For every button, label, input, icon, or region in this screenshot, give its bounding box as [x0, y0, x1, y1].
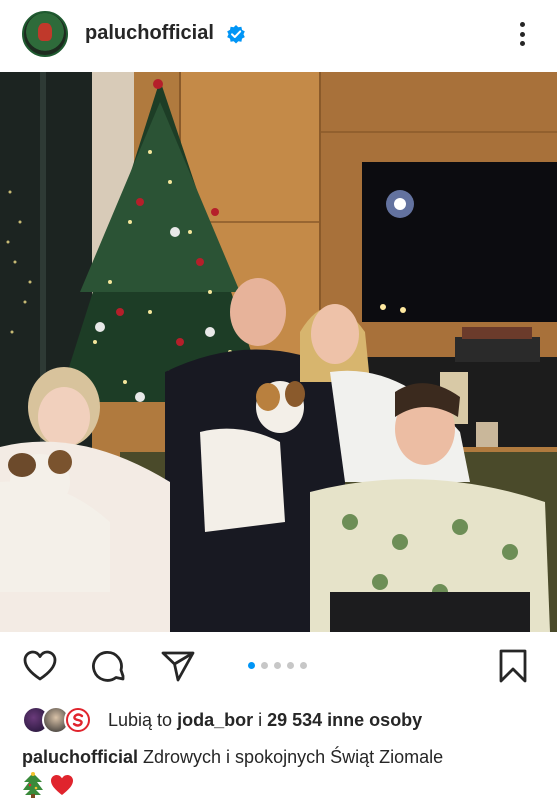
carousel-dot [248, 662, 255, 669]
likes-count[interactable]: 29 534 inne osoby [267, 710, 422, 730]
comment-icon[interactable] [92, 648, 128, 684]
carousel-dot [300, 662, 307, 669]
likes-text: Lubią to joda_bor i 29 534 inne osoby [108, 710, 422, 731]
verified-badge-icon [227, 25, 245, 44]
more-options-icon[interactable] [512, 20, 532, 48]
carousel-dot [261, 662, 268, 669]
post-caption: paluchofficial Zdrowych i spokojnych Świ… [22, 744, 542, 770]
caption-username[interactable]: paluchofficial [22, 747, 138, 767]
likes-user[interactable]: joda_bor [177, 710, 253, 730]
post-photo[interactable] [0, 72, 557, 632]
send-icon[interactable] [160, 648, 196, 684]
red-heart-icon [51, 775, 73, 795]
caption-emojis: 🎄❤️ [22, 772, 74, 798]
profile-avatar[interactable] [22, 11, 68, 57]
post-header: paluchofficial [0, 0, 557, 72]
likes-connector: i [258, 709, 263, 730]
bookmark-icon[interactable] [495, 648, 531, 684]
likes-prefix: Lubią to [108, 709, 173, 730]
family-christmas-photo [0, 72, 557, 632]
carousel-dot [274, 662, 281, 669]
carousel-dot [287, 662, 294, 669]
carousel-indicator [248, 662, 307, 669]
post-username[interactable]: paluchofficial [85, 22, 214, 45]
heart-icon[interactable] [22, 648, 58, 684]
christmas-tree-icon [23, 772, 43, 798]
liker-avatar [64, 706, 92, 734]
post-actions [0, 640, 557, 690]
liker-avatars [22, 706, 100, 734]
brand-logo-icon [66, 708, 90, 732]
caption-text: Zdrowych i spokojnych Świąt Ziomale [143, 747, 444, 767]
likes-row[interactable]: Lubią to joda_bor i 29 534 inne osoby [22, 706, 422, 734]
